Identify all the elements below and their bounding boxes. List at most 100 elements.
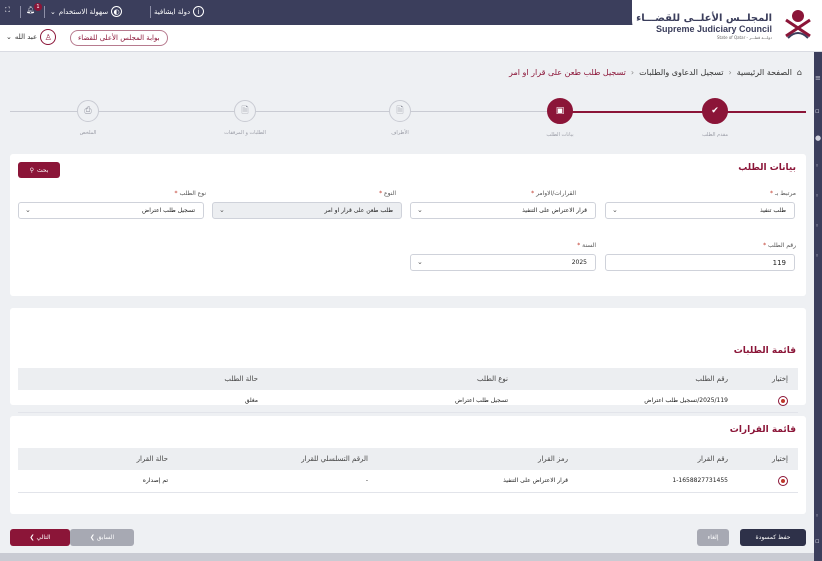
menu-icon[interactable]: ≡ (815, 74, 821, 82)
column-header: رمز القرار (378, 448, 578, 470)
document-icon: 🗎 (234, 100, 256, 122)
nav-icon[interactable]: ◦ (815, 162, 819, 170)
decisions-select[interactable]: قرار الاعتراض على التنفيذ ⌄ (410, 202, 596, 219)
step-summary[interactable]: ⎙ الملخص (48, 98, 128, 136)
column-header: حالة الطلب (18, 368, 268, 390)
logo-english: Supreme Judiciary Council (655, 24, 772, 34)
case-icon: ▣ (547, 98, 573, 124)
decisions-list-title: قائمة القرارات (729, 425, 796, 435)
nav-icon[interactable]: ◦ (815, 512, 819, 520)
radio-button[interactable] (778, 475, 788, 486)
linked-select[interactable]: طلب تنفيذ ⌄ (605, 202, 795, 219)
column-header: نوع الطلب (268, 368, 518, 390)
decision-status-cell: تم إصداره (18, 470, 178, 493)
step-label: بيانات الطلب (546, 132, 574, 138)
requests-list-card: قائمة الطلبات إختيار رقم الطلب نوع الطلب… (10, 308, 806, 413)
request-number-label-text: رقم الطلب (768, 242, 796, 249)
step-parties[interactable]: 🗎 الأطراف (360, 98, 440, 136)
radio-button[interactable] (778, 395, 788, 406)
request-type-select[interactable]: تسجيل طلب اعتراض ⌄ (18, 202, 204, 219)
document-icon: 🗎 (389, 100, 411, 122)
decisions-list-card: قائمة القرارات إختيار رقم القرار رمز الق… (10, 416, 806, 514)
portal-link[interactable]: بوابة المجلس الأعلى للقضاء (70, 30, 168, 46)
chevron-down-icon: ⌄ (6, 33, 12, 41)
nav-icon[interactable]: ● (815, 134, 821, 142)
linked-value: طلب تنفيذ (759, 207, 786, 214)
type-label: النوع * (379, 190, 396, 197)
step-attachments[interactable]: 🗎 الطلبات و المرفقات (205, 98, 285, 136)
chevron-down-icon: ⌄ (219, 206, 225, 214)
notification-badge: 1 (34, 3, 42, 11)
type-select[interactable]: طلب طعن على قرار او امر ⌄ (212, 202, 402, 219)
decisions-label-text: القرارات/الاوامر (536, 190, 576, 197)
search-button[interactable]: ⚲ بحث (18, 162, 60, 178)
check-icon: ✔ (702, 98, 728, 124)
request-data-title: بيانات الطلب (738, 163, 796, 173)
step-label: الأطراف (391, 130, 409, 136)
year-label: السنة * (577, 242, 596, 249)
table-row[interactable]: 2025/119/تسجيل طلب اعتراض تسجيل طلب اعتر… (18, 390, 798, 413)
nav-icon[interactable]: ▫ (815, 107, 820, 115)
select-cell[interactable] (738, 390, 798, 413)
breadcrumb: ⌂ الصفحة الرئيسية ‹ تسجيل الدعاوى والطلب… (509, 68, 802, 77)
request-number-value: 119 (772, 258, 786, 267)
home-icon[interactable]: ⌂ (797, 68, 802, 77)
chevron-down-icon: ⌄ (50, 7, 56, 16)
user-menu[interactable]: ⌄ عبد الله ♙ (6, 29, 57, 45)
select-cell[interactable] (738, 470, 798, 493)
linked-label-text: مرتبط بـ (774, 190, 796, 197)
request-number-cell: 2025/119/تسجيل طلب اعتراض (518, 390, 738, 413)
chevron-down-icon: ⌄ (612, 206, 618, 214)
decisions-label: القرارات/الاوامر * (531, 190, 576, 197)
year-label-text: السنة (582, 242, 596, 249)
year-select[interactable]: 2025 ⌄ (410, 254, 596, 271)
accessibility-menu[interactable]: ⌄ سهولة الاستخدام ◐ (50, 6, 123, 17)
column-header: إختيار (738, 368, 798, 390)
request-type-cell: تسجيل طلب اعتراض (268, 390, 518, 413)
logo-block[interactable]: المجلــس الأعلــى للقضـــاء Supreme Judi… (632, 0, 822, 50)
request-number-input[interactable]: 119 (605, 254, 795, 271)
decision-serial-cell: - (178, 470, 378, 493)
chevron-down-icon: ⌄ (417, 206, 423, 214)
decisions-value: قرار الاعتراض على التنفيذ (522, 207, 587, 214)
requests-table: إختيار رقم الطلب نوع الطلب حالة الطلب 20… (18, 368, 798, 413)
column-header: حالة القرار (18, 448, 178, 470)
table-row[interactable]: 1-1658827731455 قرار الاعتراض على التنفي… (18, 470, 798, 493)
request-status-cell: مغلق (18, 390, 268, 413)
table-header-row: إختيار رقم الطلب نوع الطلب حالة الطلب (18, 368, 798, 390)
chevron-left-icon: ‹ (630, 68, 635, 77)
printer-icon: ⎙ (77, 100, 99, 122)
request-data-card: بيانات الطلب ⚲ بحث مرتبط بـ * طلب تنفيذ … (10, 154, 806, 296)
info-icon: i (193, 6, 205, 17)
type-label-text: النوع (384, 190, 396, 197)
column-header: رقم القرار (578, 448, 738, 470)
chevron-down-icon: ⌄ (417, 258, 423, 266)
linked-label: مرتبط بـ * (770, 190, 796, 197)
user-avatar-icon: ♙ (40, 29, 57, 45)
nav-icon[interactable]: ▫ (815, 537, 820, 545)
previous-label: السابق (96, 534, 115, 541)
emblem-logo (785, 10, 811, 39)
nav-icon[interactable]: ◦ (815, 192, 819, 200)
chevron-down-icon: ⌄ (25, 206, 31, 214)
breadcrumb-home[interactable]: الصفحة الرئيسية (737, 68, 792, 77)
wizard-stepper: ✔ مقدم الطلب ▣ بيانات الطلب 🗎 الأطراف 🗎 … (10, 95, 806, 145)
breadcrumb-section[interactable]: تسجيل الدعاوى والطلبات (639, 68, 723, 77)
breadcrumb-current: تسجيل طلب طعن على قرار او امر (509, 68, 626, 77)
save-draft-button[interactable]: حفظ كمسودة (740, 529, 806, 546)
nav-icon[interactable]: ◦ (815, 252, 819, 260)
bottom-scrollbar[interactable] (0, 553, 814, 561)
nav-icon[interactable]: ◦ (815, 222, 819, 230)
step-request-data[interactable]: ▣ بيانات الطلب (520, 98, 600, 138)
chevron-left-icon: ❮ (89, 534, 97, 541)
side-nav-strip[interactable]: ≡ ▫ ● ◦ ◦ ◦ ◦ ◦ ▫ (814, 52, 822, 561)
logo-subtitle: State of Qatar - دولـــة قطـــر (716, 35, 772, 40)
language-switch[interactable]: دولة ايشافية i (154, 6, 205, 17)
logo-arabic: المجلــس الأعلــى للقضـــاء (636, 13, 772, 24)
search-label: بحث (36, 166, 49, 174)
cancel-button[interactable]: إلغاء (697, 529, 729, 546)
previous-button[interactable]: ❮ السابق (70, 529, 134, 546)
step-applicant[interactable]: ✔ مقدم الطلب (675, 98, 755, 138)
next-button[interactable]: ❮ التالي (10, 529, 70, 546)
fullscreen-icon[interactable]: ⛶ (5, 6, 10, 15)
